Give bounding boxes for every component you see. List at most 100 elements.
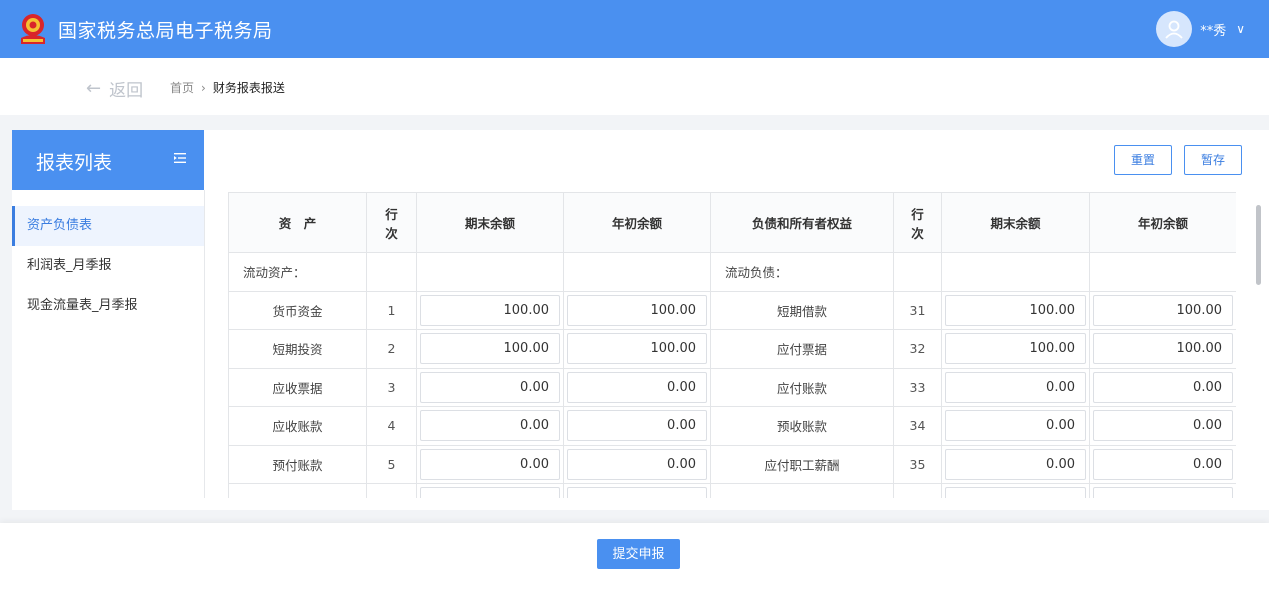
- asset-end-cell: [416, 444, 564, 484]
- liability-begin-cell: [1089, 444, 1236, 484]
- asset-end-balance-input[interactable]: [420, 294, 560, 326]
- empty-cell: [941, 483, 1090, 498]
- empty-cell: [710, 483, 894, 498]
- section-label-current-assets: 流动资产：: [228, 252, 367, 292]
- liability-begin-balance-input[interactable]: [1093, 487, 1233, 498]
- footer-bar: 提交申报: [0, 523, 1269, 595]
- asset-name: 货币资金: [228, 290, 367, 330]
- empty-cell: [366, 483, 417, 498]
- asset-end-cell: [416, 367, 564, 407]
- col-header-line-no: 行 次: [366, 192, 417, 253]
- empty-cell: [941, 252, 1090, 292]
- liability-begin-cell: [1089, 406, 1236, 446]
- user-menu[interactable]: **秀 ∨: [1156, 10, 1245, 48]
- col-header-end-balance: 期末余额: [416, 192, 564, 253]
- empty-cell: [893, 252, 942, 292]
- breadcrumb-current: 财务报表报送: [212, 81, 285, 95]
- liability-begin-cell: [1089, 290, 1236, 330]
- top-bar: 国家税务总局电子税务局 **秀 ∨: [0, 0, 1269, 58]
- reset-button[interactable]: 重置: [1114, 145, 1172, 175]
- asset-begin-balance-input[interactable]: [567, 294, 707, 326]
- asset-end-balance-input[interactable]: [420, 448, 560, 480]
- breadcrumb: 首页 › 财务报表报送: [170, 79, 285, 96]
- liability-end-balance-input[interactable]: [945, 410, 1086, 442]
- asset-line-no: 2: [366, 329, 417, 369]
- balance-sheet-table-wrap[interactable]: 资 产 行 次 期末余额 年初余额 负债和所有者权益 行 次 期末余额 年初余额…: [228, 192, 1236, 498]
- scrollbar-thumb[interactable]: [1256, 205, 1261, 285]
- liability-line-no: 33: [893, 367, 942, 407]
- liability-end-balance-input[interactable]: [945, 371, 1086, 403]
- asset-begin-balance-input[interactable]: [567, 371, 707, 403]
- liability-end-cell: [941, 367, 1090, 407]
- chevron-down-icon[interactable]: ∨: [1236, 22, 1245, 36]
- liability-begin-cell: [1089, 329, 1236, 369]
- col-header-end-balance: 期末余额: [941, 192, 1090, 253]
- empty-cell: [1089, 252, 1236, 292]
- menu-fold-icon[interactable]: [174, 152, 186, 164]
- sidebar-item-balance-sheet[interactable]: 资产负债表: [12, 206, 204, 246]
- liability-begin-balance-input[interactable]: [1093, 333, 1233, 365]
- site-title: 国家税务总局电子税务局: [58, 20, 273, 42]
- asset-end-balance-input[interactable]: [420, 410, 560, 442]
- asset-line-no: 3: [366, 367, 417, 407]
- asset-line-no: 5: [366, 444, 417, 484]
- col-header-liabilities-equity: 负债和所有者权益: [710, 192, 894, 253]
- liability-begin-balance-input[interactable]: [1093, 371, 1233, 403]
- col-header-begin-balance: 年初余额: [563, 192, 711, 253]
- table-row: 应收票据3 应付账款33: [228, 367, 1236, 407]
- asset-end-balance-input[interactable]: [420, 333, 560, 365]
- liability-end-balance-input[interactable]: [945, 294, 1086, 326]
- avatar[interactable]: [1156, 11, 1193, 47]
- user-name[interactable]: **秀: [1200, 20, 1226, 39]
- sidebar-list: 资产负债表 利润表_月季报 现金流量表_月季报: [12, 206, 204, 326]
- asset-begin-cell: [563, 367, 711, 407]
- asset-end-balance-input[interactable]: [420, 371, 560, 403]
- liability-name: 应付票据: [710, 329, 894, 369]
- save-draft-button[interactable]: 暂存: [1184, 145, 1242, 175]
- asset-begin-balance-input[interactable]: [567, 410, 707, 442]
- arrow-left-icon: ←: [86, 78, 102, 99]
- empty-cell: [366, 252, 417, 292]
- asset-begin-balance-input[interactable]: [567, 487, 707, 498]
- asset-end-balance-input[interactable]: [420, 487, 560, 498]
- back-button[interactable]: ← 返回: [86, 76, 143, 101]
- back-label: 返回: [109, 81, 144, 101]
- empty-cell: [416, 252, 564, 292]
- sidebar-title: 报表列表: [36, 152, 113, 174]
- asset-name: 短期投资: [228, 329, 367, 369]
- asset-line-no: 1: [366, 290, 417, 330]
- liability-end-balance-input[interactable]: [945, 333, 1086, 365]
- submit-declaration-button[interactable]: 提交申报: [597, 539, 680, 569]
- liability-line-no: 34: [893, 406, 942, 446]
- liability-begin-balance-input[interactable]: [1093, 410, 1233, 442]
- asset-name: 应收票据: [228, 367, 367, 407]
- sidebar-item-cash-flow[interactable]: 现金流量表_月季报: [12, 286, 204, 326]
- liability-name: 短期借款: [710, 290, 894, 330]
- asset-name: 应收账款: [228, 406, 367, 446]
- liability-end-balance-input[interactable]: [945, 448, 1086, 480]
- asset-begin-balance-input[interactable]: [567, 333, 707, 365]
- liability-end-balance-input[interactable]: [945, 487, 1086, 498]
- liability-line-no: 32: [893, 329, 942, 369]
- vertical-scrollbar[interactable]: [1256, 205, 1262, 285]
- liability-end-cell: [941, 290, 1090, 330]
- liability-name: 应付账款: [710, 367, 894, 407]
- section-label-current-liabilities: 流动负债：: [710, 252, 894, 292]
- asset-begin-cell: [563, 444, 711, 484]
- asset-begin-cell: [563, 329, 711, 369]
- breadcrumb-separator: ›: [201, 80, 206, 95]
- liability-end-cell: [941, 406, 1090, 446]
- sidebar-item-income-statement[interactable]: 利润表_月季报: [12, 246, 204, 286]
- asset-begin-balance-input[interactable]: [567, 448, 707, 480]
- liability-end-cell: [941, 329, 1090, 369]
- asset-end-cell: [416, 406, 564, 446]
- section-row: 流动资产： 流动负债：: [228, 252, 1236, 292]
- user-icon: [1165, 20, 1183, 39]
- liability-end-cell: [941, 444, 1090, 484]
- breadcrumb-home[interactable]: 首页: [170, 79, 194, 96]
- liability-begin-balance-input[interactable]: [1093, 294, 1233, 326]
- liability-begin-balance-input[interactable]: [1093, 448, 1233, 480]
- col-header-begin-balance: 年初余额: [1089, 192, 1236, 253]
- table-row: 短期投资2 应付票据32: [228, 329, 1236, 369]
- breadcrumb-bar: ← 返回 首页 › 财务报表报送: [0, 58, 1269, 115]
